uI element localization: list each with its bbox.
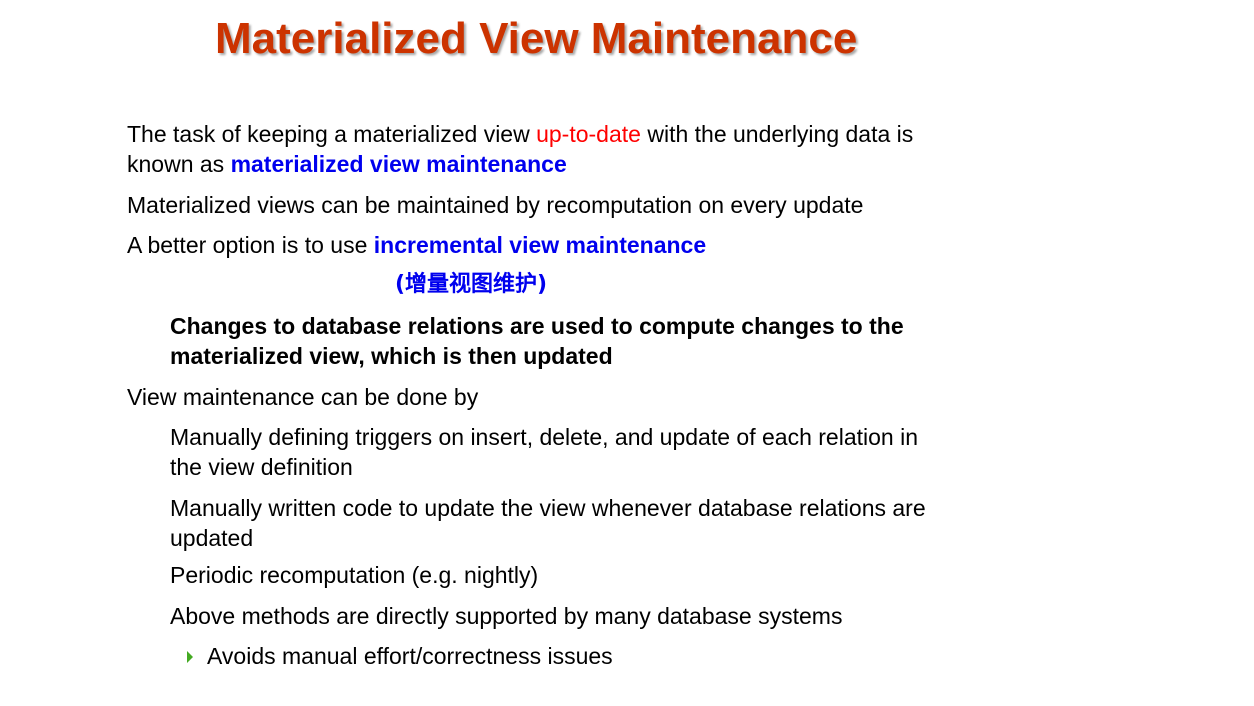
- item-triggers-line2: the view definition: [170, 454, 353, 480]
- term-incremental-view-maintenance: incremental view maintenance: [373, 232, 707, 258]
- paragraph-task-line1: The task of keeping a materialized view …: [127, 119, 913, 149]
- paragraph-better-option: A better option is to use incremental vi…: [127, 230, 706, 260]
- highlight-up-to-date: up-to-date: [536, 121, 641, 147]
- right-triangle-icon: [187, 651, 193, 663]
- paragraph-task-line2: known as materialized view maintenance: [127, 149, 567, 179]
- text: The task of keeping a materialized view: [127, 121, 537, 147]
- slide-title: Materialized View Maintenance: [215, 14, 858, 63]
- item-periodic: Periodic recomputation (e.g. nightly): [170, 562, 539, 588]
- paragraph-changes-line1: Changes to database relations are used t…: [170, 313, 904, 339]
- text: with the underlying data is: [640, 121, 914, 147]
- term-materialized-view-maintenance: materialized view maintenance: [230, 151, 567, 177]
- sub-item-avoids: Avoids manual effort/correctness issues: [207, 643, 613, 669]
- text: A better option is to use: [127, 232, 374, 258]
- paragraph-done-by: View maintenance can be done by: [127, 384, 479, 410]
- paragraph-recomputation: Materialized views can be maintained by …: [127, 192, 864, 218]
- item-code-line1: Manually written code to update the view…: [170, 495, 926, 521]
- chinese-translation: (增量视图维护): [395, 272, 548, 297]
- paragraph-changes-line2: materialized view, which is then updated: [170, 343, 613, 369]
- text: known as: [127, 151, 231, 177]
- item-triggers-line1: Manually defining triggers on insert, de…: [170, 424, 918, 450]
- item-supported: Above methods are directly supported by …: [170, 603, 843, 629]
- item-code-line2: updated: [170, 525, 254, 551]
